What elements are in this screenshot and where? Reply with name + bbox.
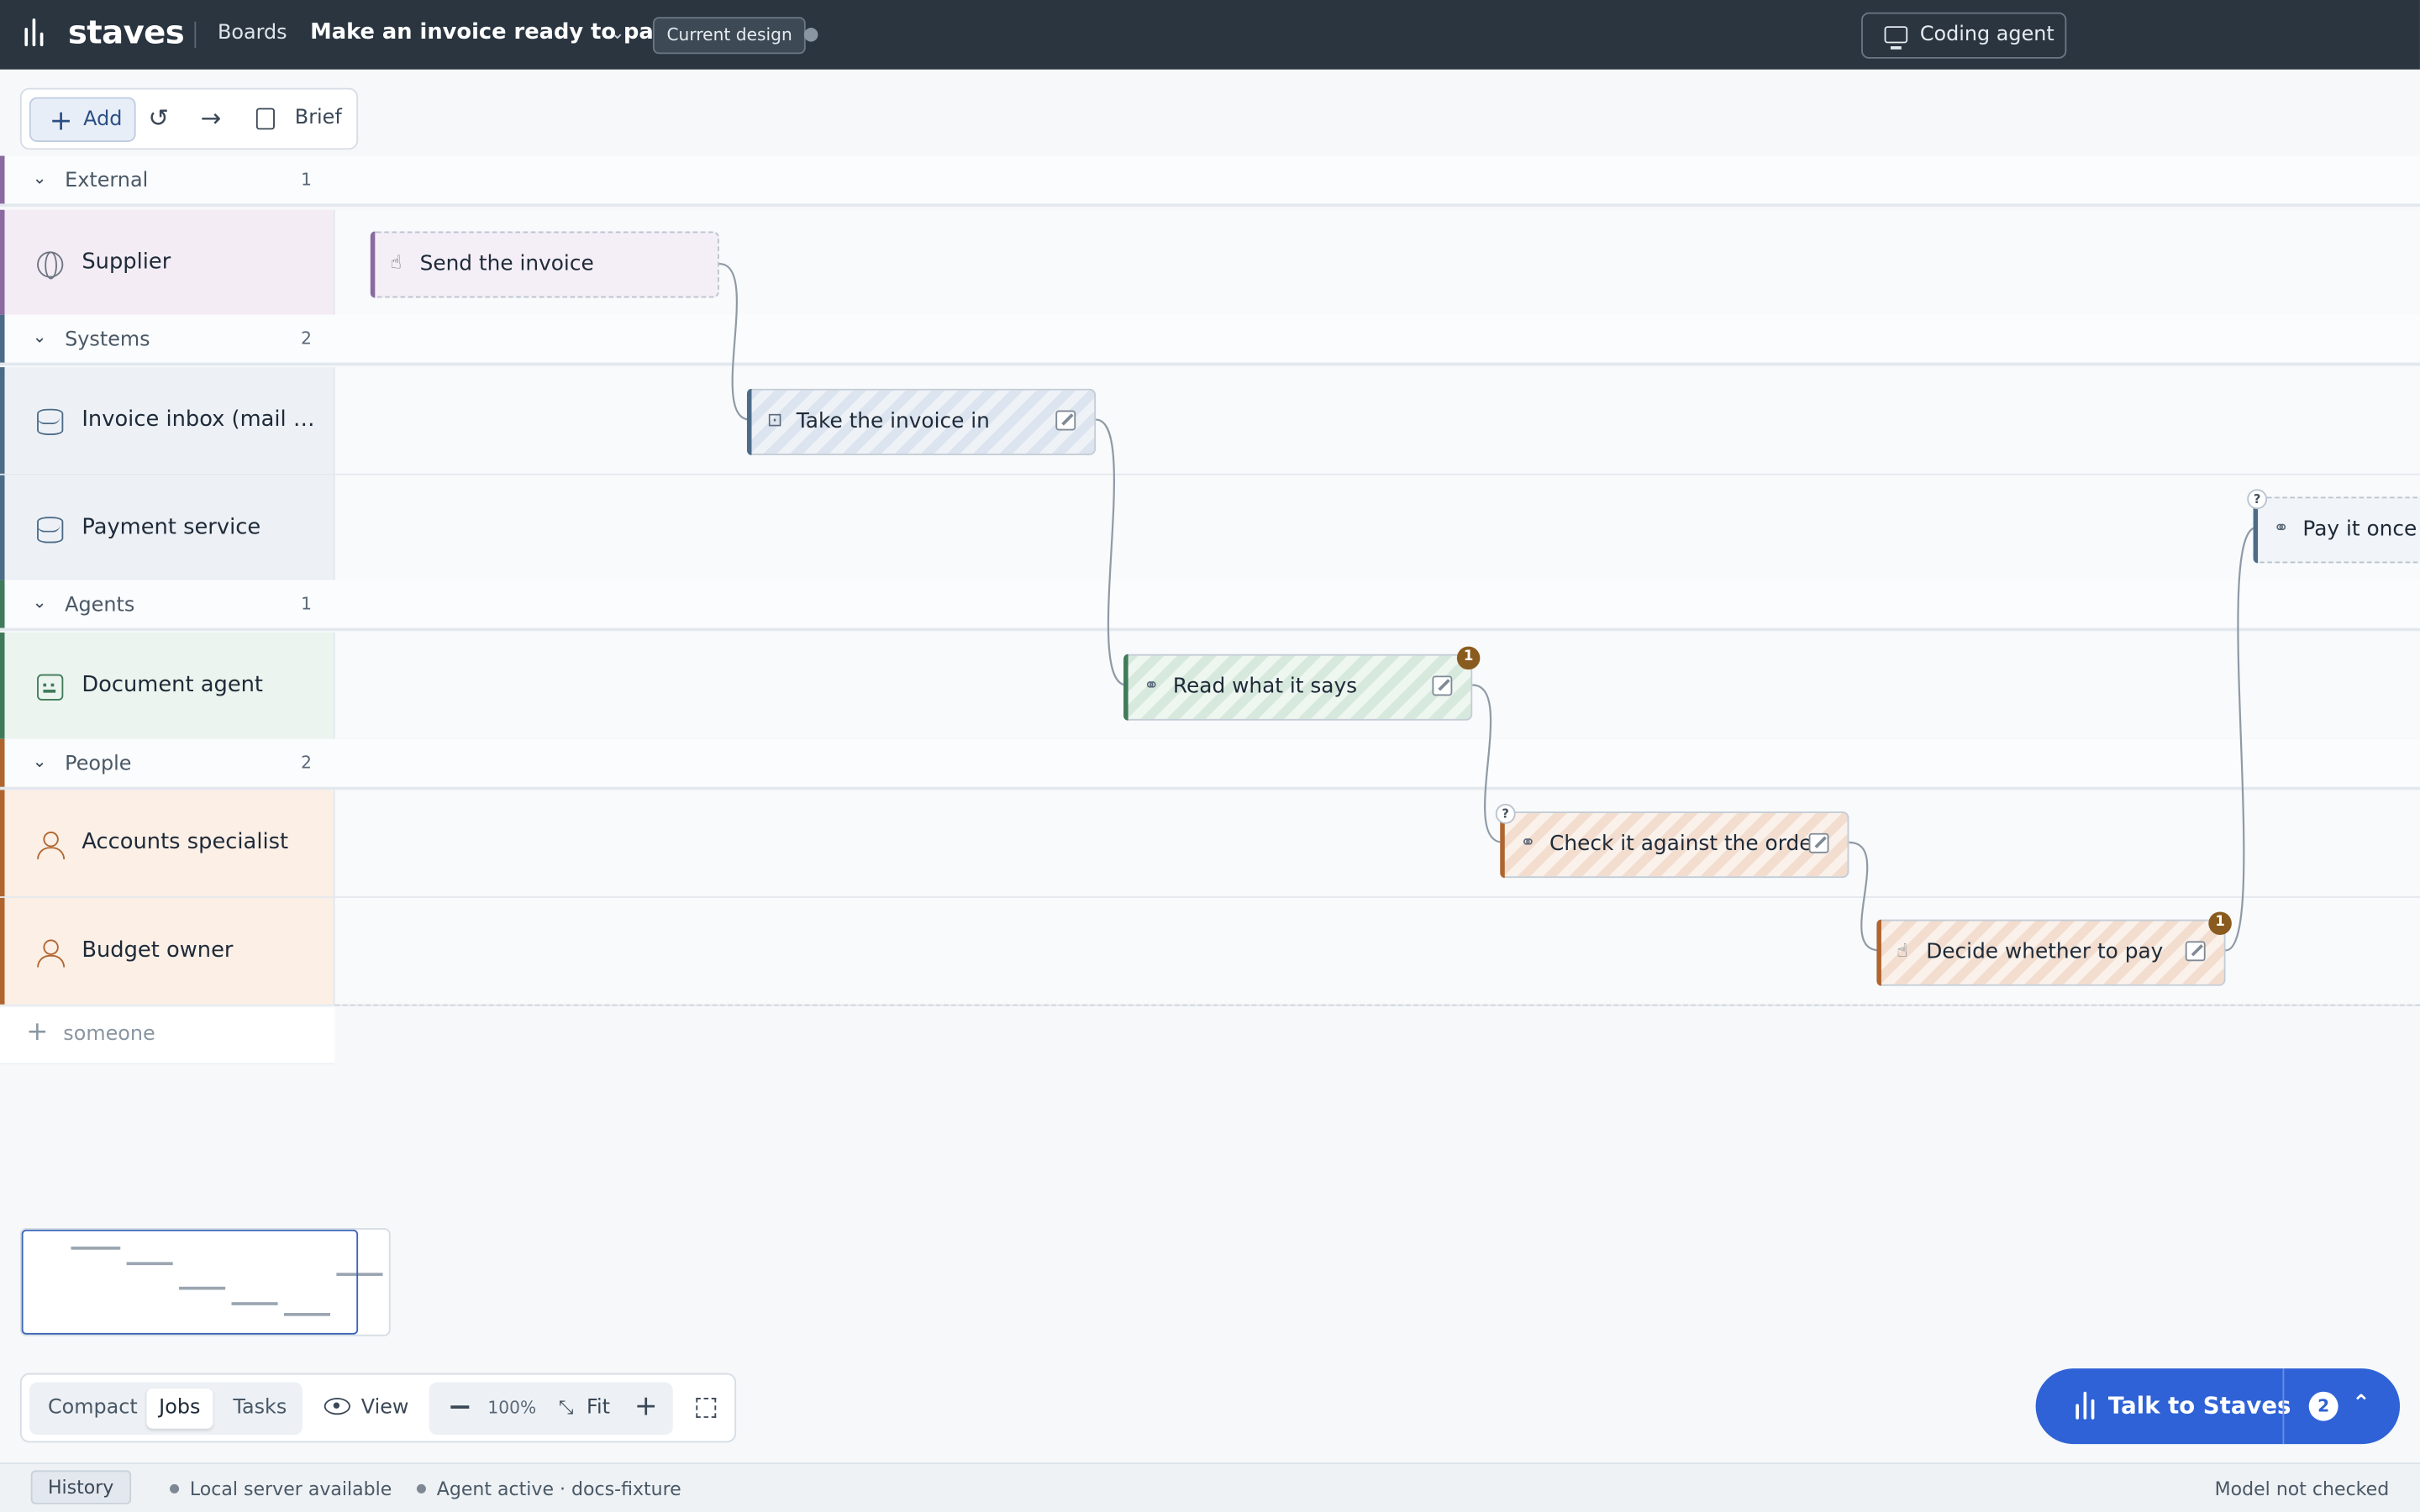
add-button[interactable]: + Add bbox=[29, 97, 136, 142]
card-title: Send the invoice bbox=[419, 251, 594, 276]
connector-line bbox=[2225, 527, 2257, 952]
issue-count-badge[interactable]: 1 bbox=[2208, 911, 2232, 936]
eye-icon bbox=[324, 1398, 350, 1415]
edit-icon[interactable] bbox=[2185, 941, 2206, 962]
minimap-viewport[interactable] bbox=[21, 1229, 359, 1335]
connector-line bbox=[1095, 418, 1127, 686]
history-button[interactable]: History bbox=[30, 1470, 131, 1504]
card-accent bbox=[746, 388, 752, 455]
talk-divider bbox=[2282, 1368, 2285, 1445]
job-card[interactable]: ☝ Send the invoice bbox=[370, 231, 719, 298]
notification-count[interactable]: 2 bbox=[2308, 1391, 2338, 1421]
inbox-icon: ⊡ bbox=[766, 408, 783, 431]
job-card[interactable]: ⚭ Pay it once bbox=[2253, 496, 2420, 564]
card-title: Decide whether to pay bbox=[1926, 939, 2164, 964]
card-title: Check it against the order bbox=[1549, 831, 1821, 857]
document-icon bbox=[255, 108, 275, 130]
talk-label: Talk to Staves bbox=[2107, 1391, 2291, 1420]
status-bar: History Local server available Agent act… bbox=[0, 1462, 2420, 1512]
card-accent bbox=[370, 231, 376, 298]
zoom-in-icon[interactable]: + bbox=[634, 1390, 658, 1423]
view-label: View bbox=[360, 1396, 409, 1420]
card-title: Pay it once bbox=[2302, 517, 2417, 542]
link-icon: ⚭ bbox=[2273, 517, 2289, 539]
minimap[interactable] bbox=[19, 1228, 391, 1336]
hand-icon: ☝ bbox=[390, 251, 402, 274]
card-title: Read what it says bbox=[1172, 674, 1358, 700]
agent-status: Agent active · docs-fixture bbox=[416, 1478, 681, 1499]
zoom-level: 100% bbox=[487, 1398, 537, 1418]
card-accent bbox=[1876, 919, 1881, 986]
edit-icon[interactable] bbox=[1432, 675, 1453, 696]
hand-icon: ☝ bbox=[1897, 939, 1908, 962]
mode-compact[interactable]: Compact bbox=[35, 1389, 150, 1429]
job-card[interactable]: ⚭ Check it against the order bbox=[1500, 811, 1849, 879]
edit-icon[interactable] bbox=[1808, 832, 1829, 853]
collapse-arrows-icon: ⤡ bbox=[558, 1396, 574, 1418]
job-card[interactable]: ☝ Decide whether to pay bbox=[1876, 919, 2226, 986]
view-button[interactable]: View bbox=[324, 1396, 409, 1420]
server-status: Local server available bbox=[170, 1478, 392, 1499]
fit-label: Fit bbox=[586, 1396, 610, 1420]
undo-icon[interactable]: ↺ bbox=[148, 103, 169, 133]
issue-count-badge[interactable]: 1 bbox=[1456, 646, 1481, 670]
job-card[interactable]: ⊡ Take the invoice in bbox=[746, 388, 1097, 455]
canvas-toolbar: + Add ↺ → Brief bbox=[19, 87, 359, 150]
connector-line bbox=[1849, 841, 1881, 952]
job-card[interactable]: ⚭ Read what it says bbox=[1123, 654, 1473, 721]
mode-tasks[interactable]: Tasks bbox=[221, 1389, 299, 1429]
connector-line bbox=[718, 262, 750, 421]
fit-button[interactable]: ⤡ Fit bbox=[559, 1396, 610, 1420]
mode-jobs[interactable]: Jobs bbox=[146, 1389, 213, 1429]
brief-button[interactable]: Brief bbox=[255, 106, 342, 130]
zoom-out-icon[interactable] bbox=[450, 1405, 470, 1408]
fullscreen-icon[interactable] bbox=[696, 1398, 717, 1418]
model-status: Model not checked bbox=[2214, 1478, 2390, 1500]
app-root: staves Boards Make an invoice ready to p… bbox=[0, 0, 2420, 1512]
zoom-controls: 100% ⤡ Fit + bbox=[429, 1382, 673, 1436]
link-icon: ⚭ bbox=[1143, 674, 1160, 696]
question-badge[interactable]: ? bbox=[1495, 803, 1516, 824]
arrow-right-icon[interactable]: → bbox=[201, 103, 222, 133]
chevron-up-icon[interactable]: ⌃ bbox=[2352, 1392, 2370, 1416]
card-title: Take the invoice in bbox=[796, 408, 990, 434]
voice-wave-icon bbox=[2075, 1391, 2100, 1420]
question-badge[interactable]: ? bbox=[2247, 489, 2268, 510]
talk-to-staves-button[interactable]: Talk to Staves 2 ⌃ bbox=[2035, 1368, 2401, 1445]
add-label: Add bbox=[83, 108, 123, 132]
link-icon: ⚭ bbox=[1520, 831, 1536, 853]
edit-icon[interactable] bbox=[1055, 410, 1076, 431]
view-controls: Compact Jobs Tasks View 100% ⤡ Fit + bbox=[19, 1373, 737, 1443]
view-mode-switch: Compact Jobs Tasks bbox=[29, 1382, 302, 1436]
plus-icon: + bbox=[49, 104, 73, 138]
brief-label: Brief bbox=[294, 106, 342, 130]
card-accent bbox=[1123, 654, 1128, 721]
